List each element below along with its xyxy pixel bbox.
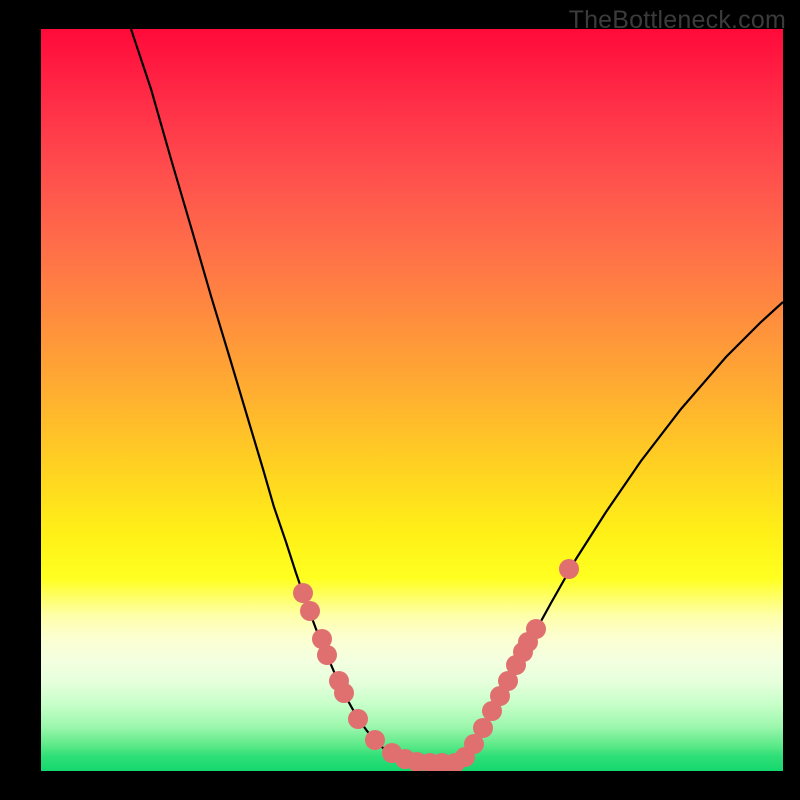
data-dots — [293, 559, 579, 771]
data-dot — [559, 559, 579, 579]
data-dot — [300, 601, 320, 621]
bottleneck-curve — [131, 29, 783, 763]
plot-svg — [41, 29, 783, 771]
chart-frame: TheBottleneck.com — [0, 0, 800, 800]
data-dot — [317, 645, 337, 665]
data-dot — [334, 683, 354, 703]
data-dot — [526, 619, 546, 639]
data-dot — [293, 583, 313, 603]
watermark-text: TheBottleneck.com — [569, 6, 786, 35]
data-dot — [348, 709, 368, 729]
data-dot — [473, 718, 493, 738]
plot-area — [41, 29, 783, 771]
data-dot — [365, 730, 385, 750]
